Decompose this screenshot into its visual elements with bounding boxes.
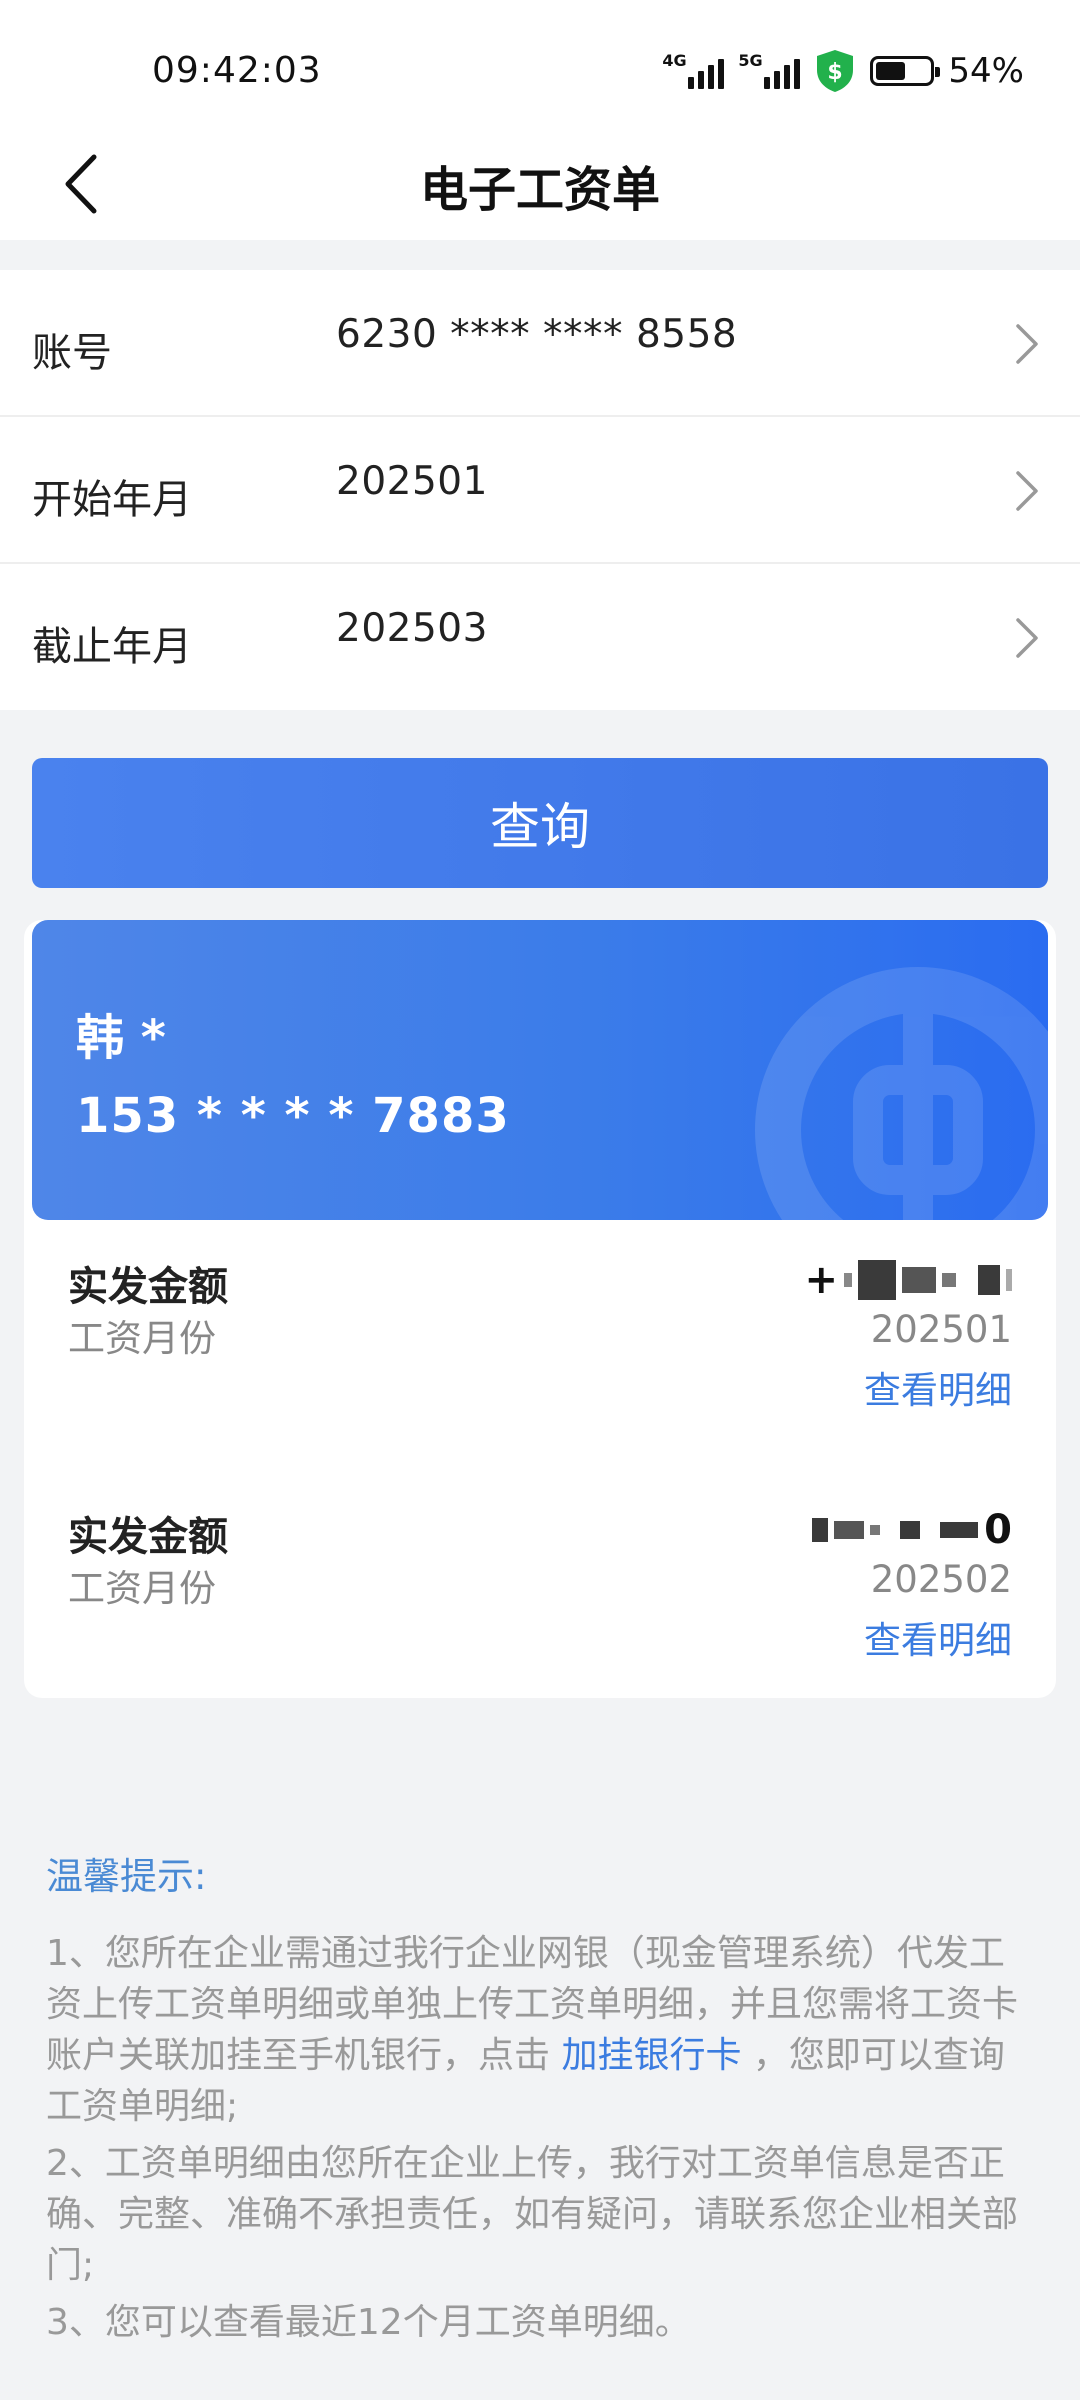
account-label: 账号 — [32, 330, 112, 376]
net-pay-sign: + — [804, 1257, 838, 1303]
net-pay-last-digit: 0 — [984, 1507, 1012, 1553]
profile-banner: 韩 * 153 * * * * 7883 — [32, 920, 1048, 1220]
pay-month-label: 工资月份 — [68, 1567, 216, 1610]
status-bar: 09:42:03 4G 5G $ 54% — [0, 0, 1080, 130]
signal-4g-icon: 4G — [662, 51, 725, 91]
tip-item-2: 2、工资单明细由您所在企业上传，我行对工资单信息是否正确、完整、准确不承担责任，… — [46, 2143, 1019, 2286]
start-month-row[interactable]: 开始年月 202501 — [0, 417, 1080, 564]
view-detail-link[interactable]: 查看明细 — [864, 1610, 1012, 1664]
payslip-item: 实发金额 工资月份 + 202501 查看明细 — [24, 1254, 1056, 1454]
chevron-right-icon — [1016, 324, 1038, 364]
tip-item-3: 3、您可以查看最近12个月工资单明细。 — [46, 2302, 691, 2343]
battery-percent: 54% — [948, 51, 1024, 91]
svg-text:$: $ — [828, 60, 843, 85]
pay-month-value: 202501 — [870, 1308, 1012, 1351]
account-holder-name: 韩 * — [76, 1010, 166, 1066]
view-detail-link[interactable]: 查看明细 — [864, 1360, 1012, 1414]
battery-icon — [870, 56, 941, 86]
end-month-label: 截止年月 — [32, 624, 192, 670]
end-month-value: 202503 — [336, 606, 488, 651]
account-value: 6230 **** **** 8558 — [336, 312, 738, 357]
nav-bar: 电子工资单 — [0, 130, 1080, 240]
net-pay-label: 实发金额 — [68, 1264, 228, 1310]
shield-dollar-icon: $ — [817, 50, 854, 92]
status-time: 09:42:03 — [152, 50, 322, 91]
status-icons: 4G 5G $ 54% — [662, 46, 1024, 96]
net-pay-label: 实发金额 — [68, 1514, 228, 1560]
start-month-label: 开始年月 — [32, 477, 192, 523]
account-row[interactable]: 账号 6230 **** **** 8558 — [0, 270, 1080, 417]
chevron-right-icon — [1016, 471, 1038, 511]
net-pay-amount-redacted: 0 — [812, 1504, 1012, 1556]
account-holder-phone: 153 * * * * 7883 — [76, 1088, 510, 1144]
end-month-row[interactable]: 截止年月 202503 — [0, 564, 1080, 711]
net-pay-amount-redacted: + — [804, 1254, 1012, 1306]
pay-month-label: 工资月份 — [68, 1317, 216, 1360]
tips-title: 温馨提示: — [46, 1855, 207, 1898]
signal-4g-tag: 4G — [662, 51, 687, 70]
payslip-item: 实发金额 工资月份 0 202502 查看明细 — [24, 1504, 1056, 1698]
bank-logo-icon — [755, 967, 1048, 1220]
tip-item-1: 1、您所在企业需通过我行企业网银（现金管理系统）代发工资上传工资单明细或单独上传… — [46, 1928, 1036, 2132]
signal-5g-icon: 5G — [738, 51, 801, 91]
pay-month-value: 202502 — [870, 1558, 1012, 1601]
start-month-value: 202501 — [336, 459, 488, 504]
signal-5g-tag: 5G — [738, 51, 763, 70]
tips-section: 温馨提示: 1、您所在企业需通过我行企业网银（现金管理系统）代发工资上传工资单明… — [46, 1846, 1036, 2354]
chevron-right-icon — [1016, 618, 1038, 658]
query-button[interactable]: 查询 — [32, 758, 1048, 888]
payslip-result-card: 韩 * 153 * * * * 7883 实发金额 工资月份 + 202501 … — [24, 920, 1056, 1698]
add-bank-card-link[interactable]: 加挂银行卡 — [550, 2035, 753, 2076]
page-title: 电子工资单 — [419, 162, 660, 218]
query-form: 账号 6230 **** **** 8558 开始年月 202501 截止年月 … — [0, 270, 1080, 710]
